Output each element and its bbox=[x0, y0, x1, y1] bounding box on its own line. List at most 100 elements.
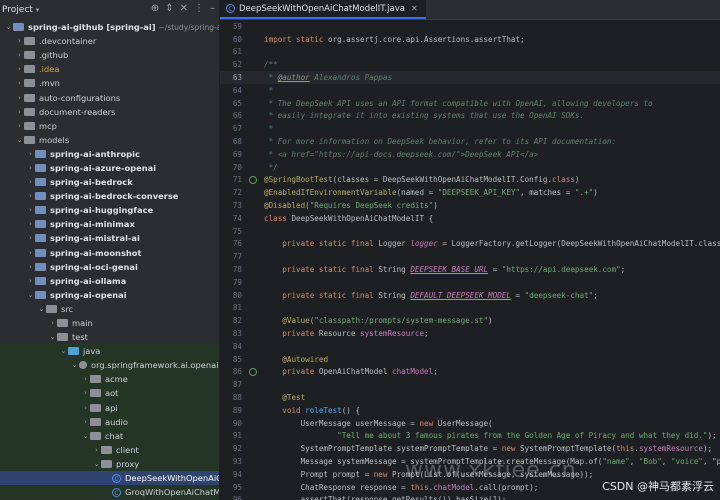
code-line[interactable]: 63 * @author Alexandros Pappas bbox=[220, 71, 720, 84]
code-line[interactable]: 77 bbox=[220, 250, 720, 263]
chevron-right-icon[interactable]: › bbox=[26, 234, 35, 242]
code-editor[interactable]: C DeepSeekWithOpenAiChatModelIT.java ✕ 5… bbox=[220, 0, 720, 500]
tree-item[interactable]: › mcp bbox=[0, 119, 219, 133]
chevron-down-icon[interactable]: ⌄ bbox=[70, 361, 79, 369]
code-line[interactable]: 96 assertThat(response.getResults()).has… bbox=[220, 493, 720, 500]
tree-item[interactable]: ⌄ proxy bbox=[0, 456, 219, 471]
chevron-down-icon[interactable]: ⌄ bbox=[4, 23, 13, 31]
chevron-right-icon[interactable]: › bbox=[26, 277, 35, 285]
chevron-down-icon[interactable]: ⌄ bbox=[26, 291, 35, 299]
code-line[interactable]: 87 bbox=[220, 378, 720, 391]
tree-item[interactable]: › document-readers bbox=[0, 105, 219, 119]
tree-item[interactable]: › .idea bbox=[0, 62, 219, 76]
chevron-right-icon[interactable]: › bbox=[26, 206, 35, 214]
chevron-right-icon[interactable]: › bbox=[81, 375, 90, 383]
close-tab-icon[interactable]: ✕ bbox=[411, 4, 418, 13]
tree-item[interactable]: › spring-ai-oci-genai bbox=[0, 260, 219, 274]
chevron-right-icon[interactable]: › bbox=[15, 94, 24, 102]
locate-icon[interactable]: ⊕ bbox=[151, 3, 159, 14]
chevron-right-icon[interactable]: › bbox=[81, 404, 90, 412]
code-line[interactable]: 80 private static final String DEFAULT_D… bbox=[220, 289, 720, 302]
chevron-right-icon[interactable]: › bbox=[15, 65, 24, 73]
code-line[interactable]: 61 bbox=[220, 46, 720, 59]
code-line[interactable]: 64 * bbox=[220, 84, 720, 97]
tree-item[interactable]: › spring-ai-minimax bbox=[0, 217, 219, 231]
tree-item[interactable]: › spring-ai-azure-openai bbox=[0, 161, 219, 175]
tree-item[interactable]: ⌄ models bbox=[0, 133, 219, 147]
tree-item[interactable]: › spring-ai-huggingface bbox=[0, 203, 219, 217]
tree-item[interactable]: › spring-ai-ollama bbox=[0, 274, 219, 288]
chevron-right-icon[interactable]: › bbox=[15, 108, 24, 116]
code-line[interactable]: 66 * easily integrate it into existing s… bbox=[220, 110, 720, 123]
tree-item[interactable]: › spring-ai-moonshot bbox=[0, 246, 219, 260]
tree-item[interactable]: › audio bbox=[0, 414, 219, 429]
chevron-down-icon[interactable]: ⌄ bbox=[81, 432, 90, 440]
tree-item[interactable]: › aot bbox=[0, 386, 219, 401]
code-line[interactable]: 86 private OpenAiChatModel chatModel; bbox=[220, 366, 720, 379]
tree-item[interactable]: › .mvn bbox=[0, 76, 219, 90]
chevron-right-icon[interactable]: › bbox=[15, 122, 24, 130]
chevron-right-icon[interactable]: › bbox=[92, 446, 101, 454]
code-line[interactable]: 62 /** bbox=[220, 58, 720, 71]
code-line[interactable]: 74 class DeepSeekWithOpenAiChatModelIT { bbox=[220, 212, 720, 225]
chevron-right-icon[interactable]: › bbox=[26, 263, 35, 271]
code-line[interactable]: 91 "Tell me about 3 famous pirates from … bbox=[220, 430, 720, 443]
tree-item[interactable]: ⌄ org.springframework.ai.openai bbox=[0, 358, 219, 373]
chevron-right-icon[interactable]: › bbox=[26, 249, 35, 257]
code-line[interactable]: 76 private static final Logger logger = … bbox=[220, 238, 720, 251]
code-line[interactable]: 83 private Resource systemResource; bbox=[220, 327, 720, 340]
tree-item[interactable]: › main bbox=[0, 316, 219, 330]
code-line[interactable]: 81 bbox=[220, 302, 720, 315]
chevron-right-icon[interactable]: › bbox=[15, 37, 24, 45]
code-line[interactable]: 71 @SpringBootTest(classes = DeepSeekWith… bbox=[220, 174, 720, 187]
spring-bean-icon[interactable] bbox=[249, 367, 257, 376]
chevron-right-icon[interactable]: › bbox=[15, 79, 24, 87]
tree-item[interactable]: ⌄ test bbox=[0, 330, 219, 344]
tree-item[interactable]: › spring-ai-bedrock bbox=[0, 175, 219, 189]
code-line[interactable]: 68 * For more information on DeepSeek be… bbox=[220, 135, 720, 148]
code-line[interactable]: 78 private static final String DEEPSEEK_… bbox=[220, 263, 720, 276]
chevron-right-icon[interactable]: › bbox=[26, 150, 35, 158]
tree-item[interactable]: ⌄ src bbox=[0, 302, 219, 316]
tree-item[interactable]: › auto-configurations bbox=[0, 90, 219, 104]
code-line[interactable]: 82 @Value("classpath:/prompts/system-mes… bbox=[220, 314, 720, 327]
code-line[interactable]: 60 import static org.assertj.core.api.Ass… bbox=[220, 33, 720, 46]
code-line[interactable]: 88 @Test bbox=[220, 391, 720, 404]
tree-item[interactable]: C GroqWithOpenAiChatModelIT bbox=[0, 485, 219, 500]
chevron-right-icon[interactable]: › bbox=[26, 220, 35, 228]
minimize-icon[interactable]: – bbox=[210, 3, 215, 14]
code-line[interactable]: 69 * <a href="https://api-docs.deepseek.… bbox=[220, 148, 720, 161]
chevron-down-icon[interactable]: ⌄ bbox=[59, 347, 68, 355]
tree-item[interactable]: › .github bbox=[0, 48, 219, 62]
code-line[interactable]: 65 * The DeepSeek API uses an API format… bbox=[220, 97, 720, 110]
tree-item[interactable]: › api bbox=[0, 400, 219, 415]
spring-bean-icon[interactable] bbox=[249, 175, 257, 184]
tree-item[interactable]: › spring-ai-anthropic bbox=[0, 147, 219, 161]
code-line[interactable]: 70 */ bbox=[220, 161, 720, 174]
tree-item[interactable]: ⌄ spring-ai-github [spring-ai] ~/study/spr… bbox=[0, 20, 219, 34]
tree-item[interactable]: › acme bbox=[0, 372, 219, 387]
code-line[interactable]: 85 @Autowired bbox=[220, 353, 720, 366]
chevron-right-icon[interactable]: › bbox=[81, 389, 90, 397]
code-line[interactable]: 92 SystemPromptTemplate systemPromptTemp… bbox=[220, 442, 720, 455]
code-line[interactable]: 75 bbox=[220, 225, 720, 238]
code-line[interactable]: 84 bbox=[220, 340, 720, 353]
chevron-right-icon[interactable]: › bbox=[26, 178, 35, 186]
code-line[interactable]: 89 void roleTest() { bbox=[220, 404, 720, 417]
tree-item[interactable]: › spring-ai-mistral-ai bbox=[0, 231, 219, 245]
chevron-down-icon[interactable]: ⌄ bbox=[48, 333, 57, 341]
editor-tab-active[interactable]: C DeepSeekWithOpenAiChatModelIT.java ✕ bbox=[220, 0, 426, 19]
chevron-right-icon[interactable]: › bbox=[81, 418, 90, 426]
tree-item[interactable]: ⌄ java bbox=[0, 344, 219, 359]
chevron-down-icon[interactable]: ⌄ bbox=[92, 460, 101, 468]
code-line[interactable]: 79 bbox=[220, 276, 720, 289]
tree-item[interactable]: › .devcontainer bbox=[0, 34, 219, 48]
code-line[interactable]: 73 @Disabled("Requires DeepSeek credits") bbox=[220, 199, 720, 212]
chevron-down-icon[interactable]: ⌄ bbox=[37, 305, 46, 313]
tree-item[interactable]: C DeepSeekWithOpenAiChatModelIT bbox=[0, 471, 219, 486]
code-line[interactable]: 67 * bbox=[220, 122, 720, 135]
code-line[interactable]: 59 bbox=[220, 20, 720, 33]
tree-item[interactable]: ⌄ chat bbox=[0, 428, 219, 443]
chevron-right-icon[interactable]: › bbox=[15, 51, 24, 59]
code-line[interactable]: 72 @EnabledIfEnvironmentVariable(named = … bbox=[220, 186, 720, 199]
